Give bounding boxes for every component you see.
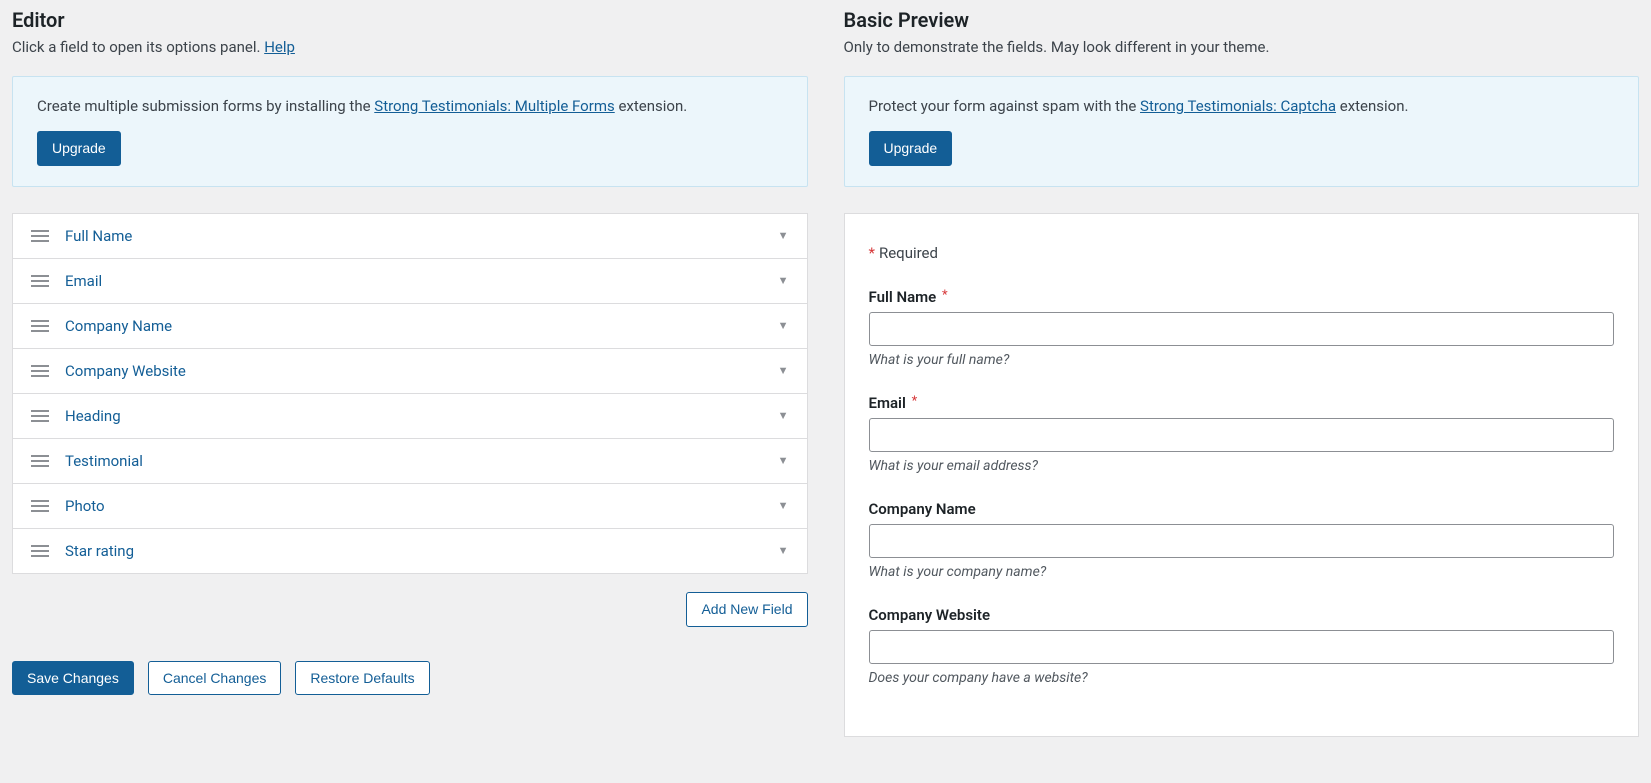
field-row[interactable]: Star rating ▼	[13, 529, 807, 573]
required-star-icon: *	[912, 394, 918, 409]
field-row-label: Full Name	[65, 227, 762, 245]
editor-subtext: Click a field to open its options panel.…	[12, 38, 808, 56]
field-row-label: Email	[65, 272, 762, 290]
form-text-input[interactable]	[869, 418, 1615, 452]
preview-subtext: Only to demonstrate the fields. May look…	[844, 38, 1640, 56]
preview-column: Basic Preview Only to demonstrate the fi…	[844, 0, 1640, 737]
upgrade-button[interactable]: Upgrade	[37, 131, 121, 166]
required-star-icon: *	[942, 288, 948, 303]
drag-handle-icon[interactable]	[31, 319, 49, 333]
field-row-label: Photo	[65, 497, 762, 515]
drag-handle-icon[interactable]	[31, 544, 49, 558]
caret-down-icon[interactable]: ▼	[778, 499, 789, 512]
field-row[interactable]: Company Name ▼	[13, 304, 807, 349]
form-field-label: Company Website	[869, 606, 1615, 624]
form-field-label: Email *	[869, 394, 1615, 412]
required-legend: *Required	[869, 244, 1615, 262]
caret-down-icon[interactable]: ▼	[778, 544, 789, 557]
caret-down-icon[interactable]: ▼	[778, 454, 789, 467]
form-field-label: Company Name	[869, 500, 1615, 518]
caret-down-icon[interactable]: ▼	[778, 274, 789, 287]
form-group: Full Name * What is your full name?	[869, 288, 1615, 368]
form-field-help: What is your company name?	[869, 564, 1615, 580]
field-row[interactable]: Full Name ▼	[13, 214, 807, 259]
drag-handle-icon[interactable]	[31, 409, 49, 423]
field-list: Full Name▼Email▼Company Name▼Company Web…	[12, 213, 808, 574]
field-row-label: Heading	[65, 407, 762, 425]
editor-heading: Editor	[12, 8, 808, 32]
caret-down-icon[interactable]: ▼	[778, 319, 789, 332]
preview-panel: *Required Full Name * What is your full n…	[844, 213, 1640, 737]
form-field-label: Full Name *	[869, 288, 1615, 306]
help-link[interactable]: Help	[264, 38, 295, 56]
required-star-icon: *	[869, 244, 875, 262]
field-row[interactable]: Heading ▼	[13, 394, 807, 439]
drag-handle-icon[interactable]	[31, 454, 49, 468]
field-row-label: Star rating	[65, 542, 762, 560]
drag-handle-icon[interactable]	[31, 364, 49, 378]
preview-form: Full Name * What is your full name? Email …	[869, 288, 1615, 686]
field-row[interactable]: Photo ▼	[13, 484, 807, 529]
preview-heading: Basic Preview	[844, 8, 1640, 32]
field-row[interactable]: Company Website ▼	[13, 349, 807, 394]
form-text-input[interactable]	[869, 312, 1615, 346]
editor-column: Editor Click a field to open its options…	[12, 0, 808, 695]
cancel-changes-button[interactable]: Cancel Changes	[148, 661, 282, 696]
form-text-input[interactable]	[869, 630, 1615, 664]
add-new-field-button[interactable]: Add New Field	[686, 592, 807, 627]
captcha-link[interactable]: Strong Testimonials: Captcha	[1140, 97, 1336, 115]
form-text-input[interactable]	[869, 524, 1615, 558]
field-row-label: Company Website	[65, 362, 762, 380]
upgrade-button[interactable]: Upgrade	[869, 131, 953, 166]
form-group: Company Website Does your company have a …	[869, 606, 1615, 686]
form-field-help: What is your email address?	[869, 458, 1615, 474]
preview-upsell-notice: Protect your form against spam with the …	[844, 76, 1640, 187]
form-group: Company Name What is your company name?	[869, 500, 1615, 580]
multiple-forms-link[interactable]: Strong Testimonials: Multiple Forms	[374, 97, 614, 115]
field-row[interactable]: Testimonial ▼	[13, 439, 807, 484]
drag-handle-icon[interactable]	[31, 229, 49, 243]
form-group: Email * What is your email address?	[869, 394, 1615, 474]
save-changes-button[interactable]: Save Changes	[12, 661, 134, 696]
field-row-label: Testimonial	[65, 452, 762, 470]
form-field-help: Does your company have a website?	[869, 670, 1615, 686]
editor-upsell-notice: Create multiple submission forms by inst…	[12, 76, 808, 187]
drag-handle-icon[interactable]	[31, 499, 49, 513]
form-field-help: What is your full name?	[869, 352, 1615, 368]
drag-handle-icon[interactable]	[31, 274, 49, 288]
field-row-label: Company Name	[65, 317, 762, 335]
restore-defaults-button[interactable]: Restore Defaults	[295, 661, 429, 696]
field-row[interactable]: Email ▼	[13, 259, 807, 304]
caret-down-icon[interactable]: ▼	[778, 409, 789, 422]
caret-down-icon[interactable]: ▼	[778, 229, 789, 242]
caret-down-icon[interactable]: ▼	[778, 364, 789, 377]
